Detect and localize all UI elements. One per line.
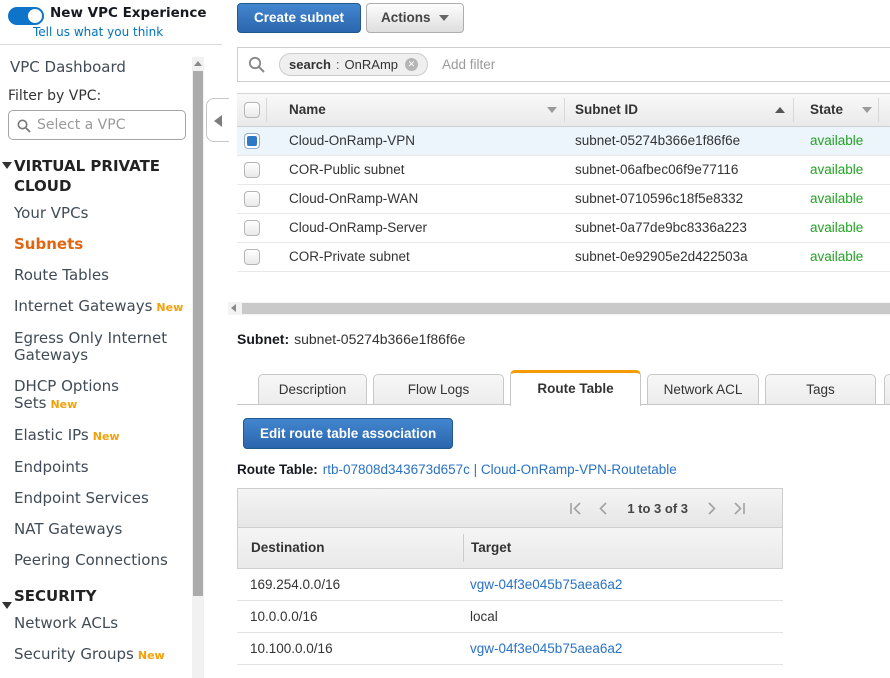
vpc-console: New VPC Experience Tell us what you thin… xyxy=(0,0,890,678)
pagination-status: 1 to 3 of 3 xyxy=(627,501,688,516)
column-header-state[interactable]: State xyxy=(810,102,843,117)
tab-flow-logs[interactable]: Flow Logs xyxy=(373,374,504,405)
section-collapse-icon xyxy=(2,602,12,609)
sort-descending-icon[interactable] xyxy=(547,107,557,113)
actions-button[interactable]: Actions xyxy=(366,3,464,33)
table-row[interactable]: COR-Public subnet subnet-06afbec06f9e771… xyxy=(237,156,890,185)
filter-bar[interactable]: search : OnRAmp ✕ Add filter xyxy=(237,47,890,82)
horizontal-scrollbar[interactable] xyxy=(228,302,890,315)
table-row[interactable]: Cloud-OnRamp-Server subnet-0a77de9bc8336… xyxy=(237,214,890,243)
scroll-up-icon[interactable] xyxy=(192,57,204,70)
new-badge: New xyxy=(156,301,183,314)
vpc-filter-box xyxy=(8,110,186,140)
subnet-table: Name Subnet ID State Cloud-OnRamp-VPN su… xyxy=(237,93,890,272)
section-collapse-icon xyxy=(2,162,12,169)
sidebar-item-security-groups[interactable]: Security GroupsNew xyxy=(0,639,186,671)
sidebar-item-vpc-dashboard[interactable]: VPC Dashboard xyxy=(10,58,126,76)
sort-descending-icon[interactable] xyxy=(862,107,872,113)
sidebar-collapse-button[interactable] xyxy=(206,98,229,142)
edit-route-table-association-button[interactable]: Edit route table association xyxy=(243,418,453,449)
sidebar-item-dhcp-options-sets[interactable]: DHCP Options SetsNew xyxy=(0,371,186,420)
new-vpc-experience-label: New VPC Experience xyxy=(50,5,207,21)
route-table-line: Route Table:rtb-07808d343673d657c | Clou… xyxy=(237,462,677,477)
pagination-bar: 1 to 3 of 3 xyxy=(237,488,783,528)
sidebar-item-network-acls[interactable]: Network ACLs xyxy=(0,608,186,639)
route-table: 1 to 3 of 3 Destination Target 169.254.0… xyxy=(237,488,783,665)
row-checkbox[interactable] xyxy=(244,162,260,178)
remove-filter-icon[interactable]: ✕ xyxy=(405,58,418,71)
feedback-link[interactable]: Tell us what you think xyxy=(33,25,163,39)
table-row[interactable]: COR-Private subnet subnet-0e92905e2d4225… xyxy=(237,243,890,272)
column-header-subnet-id[interactable]: Subnet ID xyxy=(575,102,638,117)
first-page-icon[interactable] xyxy=(569,502,583,515)
vpc-filter-input[interactable] xyxy=(37,112,183,138)
route-table-header: Destination Target xyxy=(237,528,783,569)
add-filter-placeholder[interactable]: Add filter xyxy=(442,57,495,72)
sidebar-item-egress-only-internet-gateways[interactable]: Egress Only Internet Gateways xyxy=(0,323,186,371)
tab-network-acl[interactable]: Network ACL xyxy=(647,374,759,405)
sidebar-item-nat-gateways[interactable]: NAT Gateways xyxy=(0,514,186,545)
new-vpc-experience-block: New VPC Experience Tell us what you thin… xyxy=(0,0,222,45)
sidebar-item-endpoints[interactable]: Endpoints xyxy=(0,452,186,483)
selected-subnet-label: Subnet:subnet-05274b366e1f86f6e xyxy=(237,331,465,347)
next-page-icon[interactable] xyxy=(707,502,717,515)
section-header-security[interactable]: SECURITY xyxy=(0,586,188,608)
filter-chip-search-onramp: search : OnRAmp ✕ xyxy=(279,53,428,76)
new-badge: New xyxy=(138,649,165,662)
toggle-knob-icon xyxy=(28,9,42,23)
new-badge: New xyxy=(93,430,120,443)
row-checkbox-checked[interactable] xyxy=(244,133,260,149)
tab-route-table[interactable]: Route Table xyxy=(510,370,641,406)
scroll-left-icon[interactable] xyxy=(228,302,241,315)
sidebar-item-route-tables[interactable]: Route Tables xyxy=(0,260,186,291)
status-badge: available xyxy=(810,220,863,235)
table-row[interactable]: Cloud-OnRamp-WAN subnet-0710596c18f5e833… xyxy=(237,185,890,214)
scrollbar-thumb[interactable] xyxy=(242,303,890,314)
status-badge: available xyxy=(810,133,863,148)
previous-page-icon[interactable] xyxy=(598,502,608,515)
route-row: 169.254.0.0/16 vgw-04f3e045b75aea6a2 xyxy=(237,569,783,601)
sidebar-scrollbar[interactable] xyxy=(192,57,204,678)
new-vpc-experience-toggle[interactable] xyxy=(8,7,44,25)
tab-tags[interactable]: Tags xyxy=(765,374,876,405)
sidebar-nav: VIRTUAL PRIVATE CLOUD Your VPCs Subnets … xyxy=(0,156,190,671)
column-header-destination[interactable]: Destination xyxy=(251,540,325,555)
new-badge: New xyxy=(50,398,77,411)
subnet-table-header: Name Subnet ID State xyxy=(237,93,890,127)
detail-tabs: Description Flow Logs Route Table Networ… xyxy=(237,370,890,405)
scrollbar-thumb[interactable] xyxy=(193,71,203,596)
sidebar: New VPC Experience Tell us what you thin… xyxy=(0,0,222,678)
route-row: 10.100.0.0/16 vgw-04f3e045b75aea6a2 xyxy=(237,633,783,665)
target-link[interactable]: vgw-04f3e045b75aea6a2 xyxy=(470,577,622,592)
search-icon xyxy=(17,119,31,133)
sidebar-item-internet-gateways[interactable]: Internet GatewaysNew xyxy=(0,291,186,323)
status-badge: available xyxy=(810,249,863,264)
last-page-icon[interactable] xyxy=(732,502,746,515)
sidebar-item-subnets[interactable]: Subnets xyxy=(0,229,186,260)
section-header-vpc[interactable]: VIRTUAL PRIVATE CLOUD xyxy=(0,156,188,198)
column-header-name[interactable]: Name xyxy=(289,102,326,117)
create-subnet-button[interactable]: Create subnet xyxy=(237,3,361,33)
status-badge: available xyxy=(810,162,863,177)
sidebar-item-peering-connections[interactable]: Peering Connections xyxy=(0,545,186,576)
search-icon xyxy=(248,56,265,73)
sort-ascending-icon[interactable] xyxy=(775,107,785,113)
tab-description[interactable]: Description xyxy=(258,374,367,405)
target-link[interactable]: vgw-04f3e045b75aea6a2 xyxy=(470,641,622,656)
filter-by-vpc-label: Filter by VPC: xyxy=(8,88,101,104)
row-checkbox[interactable] xyxy=(244,249,260,265)
route-row: 10.0.0.0/16 local xyxy=(237,601,783,633)
sidebar-item-endpoint-services[interactable]: Endpoint Services xyxy=(0,483,186,514)
sidebar-item-elastic-ips[interactable]: Elastic IPsNew xyxy=(0,420,186,452)
chevron-down-icon xyxy=(439,15,449,21)
column-header-target[interactable]: Target xyxy=(471,540,511,555)
status-badge: available xyxy=(810,191,863,206)
row-checkbox[interactable] xyxy=(244,191,260,207)
tab-partial[interactable] xyxy=(884,374,890,405)
select-all-checkbox[interactable] xyxy=(244,102,260,118)
row-checkbox[interactable] xyxy=(244,220,260,236)
route-table-link[interactable]: rtb-07808d343673d657c | Cloud-OnRamp-VPN… xyxy=(323,462,677,477)
sidebar-item-your-vpcs[interactable]: Your VPCs xyxy=(0,198,186,229)
table-row[interactable]: Cloud-OnRamp-VPN subnet-05274b366e1f86f6… xyxy=(237,127,890,156)
